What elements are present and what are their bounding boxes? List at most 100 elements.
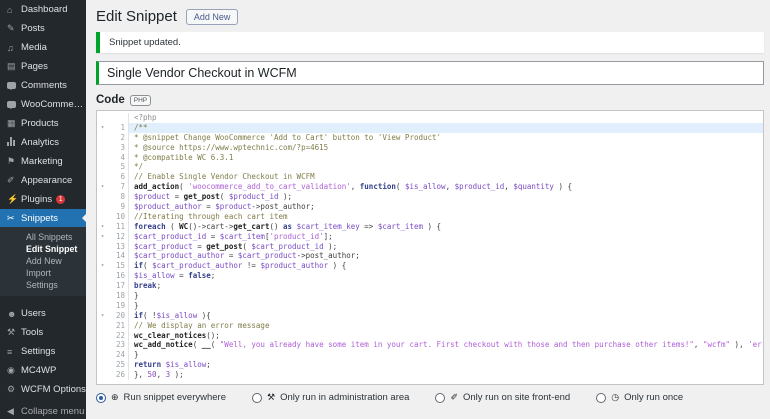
settings-icon: ≡ (7, 346, 13, 357)
radio-run-once[interactable] (596, 392, 607, 403)
line-content: */ (134, 162, 144, 172)
line-content: } (134, 350, 139, 360)
sidebar-item-label: Posts (21, 23, 45, 34)
sidebar-item-media[interactable]: ♫ Media (0, 38, 86, 57)
radio-run-everywhere[interactable] (96, 392, 106, 403)
radio-run-admin-only[interactable] (252, 392, 262, 403)
sidebar-item-users[interactable]: ☻ Users (0, 304, 86, 323)
line-gutter: ▾ 15 (97, 261, 129, 272)
scope-option-run-once[interactable]: ◷ Only run once (596, 392, 683, 403)
radio-run-frontend-only[interactable] (435, 392, 446, 403)
code-line: 9 $product_author = $product->post_author… (97, 202, 763, 212)
line-gutter: 24 (97, 350, 129, 361)
line-content: // Enable Single Vendor Checkout in WCFM (134, 172, 315, 182)
line-gutter: 4 (97, 152, 129, 163)
line-number (108, 113, 128, 123)
line-number: 8 (120, 192, 125, 202)
sidebar-item-woocommerce[interactable]: WooCommerce (0, 95, 86, 114)
code-line: 23 wc_add_notice( __( "Well, you already … (97, 340, 763, 351)
products-box-icon: ▦ (7, 118, 16, 128)
line-content: /** (129, 122, 763, 133)
notice-text: Snippet updated. (109, 37, 181, 48)
scope-option-run-everywhere[interactable]: ⊕ Run snippet everywhere (96, 392, 226, 403)
submenu-item-settings[interactable]: Settings (0, 279, 86, 291)
line-content: $cart_product = get_post( $cart_product_… (134, 241, 338, 251)
sidebar-item-products[interactable]: ▦ Products (0, 114, 86, 133)
sidebar-item-posts[interactable]: ✎ Posts (0, 19, 86, 38)
code-line: ▾ 11 foreach ( WC()->cart->get_cart() as $… (97, 221, 763, 232)
php-badge: PHP (129, 94, 152, 106)
submenu-item-import[interactable]: Import (0, 267, 86, 279)
scope-option-label: Only run on site front-end (463, 392, 571, 404)
line-gutter: 25 (97, 360, 129, 371)
line-content: wc_add_notice( __( "Well, you already ha… (134, 340, 763, 350)
code-editor[interactable]: <?php ▾ 1/** 2 * @snippet Change WooCommerce… (96, 110, 764, 386)
line-gutter: ▾ 12 (97, 231, 129, 242)
sidebar-item-appearance[interactable]: ✐ Appearance (0, 171, 86, 190)
user-icon: ☻ (7, 308, 17, 319)
sidebar-item-dashboard[interactable]: ⌂ Dashboard (0, 0, 86, 19)
code-line: ▾ 12 $cart_product_id = $cart_item['produc… (97, 231, 763, 242)
line-gutter: 22 (97, 330, 129, 341)
submenu-item-add-new[interactable]: Add New (0, 255, 86, 267)
sidebar-item-collapse-menu[interactable]: ◀ Collapse menu (0, 402, 86, 419)
sidebar-item-comments[interactable]: Comments (0, 76, 86, 95)
submenu-item-all-snippets[interactable]: All Snippets (0, 231, 86, 243)
line-content: $product_author = $product->post_author; (134, 202, 315, 212)
line-number: 20 (115, 310, 125, 320)
sidebar-item-tools[interactable]: ⚒ Tools (0, 323, 86, 342)
line-gutter: 18 (97, 291, 129, 301)
sidebar-item-analytics[interactable]: Analytics (0, 133, 86, 152)
gear-icon: ⚙ (7, 384, 16, 394)
line-number: 6 (120, 172, 125, 182)
sidebar-item-settings[interactable]: ≡ Settings (0, 342, 86, 361)
brush-icon: ✐ (7, 175, 15, 185)
dashboard-icon: ⌂ (7, 4, 13, 15)
line-content: $product = get_post( $product_id ); (134, 192, 293, 202)
analytics-bars-icon (7, 137, 21, 148)
code-line: <?php (97, 113, 763, 123)
line-content: } (134, 300, 139, 310)
sidebar-item-mc4wp[interactable]: ◉ MC4WP (0, 361, 86, 380)
line-gutter: 8 (97, 192, 129, 203)
code-line: 25 return $is_allow; (97, 360, 763, 371)
line-gutter (97, 113, 129, 123)
update-count-badge: 1 (56, 195, 66, 204)
sidebar-item-pages[interactable]: ▤ Pages (0, 57, 86, 76)
line-number: 13 (115, 241, 125, 251)
snippet-title-input[interactable] (96, 61, 764, 85)
scope-option-run-frontend-only[interactable]: ✐ Only run on site front-end (435, 392, 570, 403)
sidebar-item-snippets[interactable]: ✂ Snippets (0, 209, 86, 227)
sidebar-item-label: Dashboard (21, 4, 68, 15)
code-line: 13 $cart_product = get_post( $cart_produc… (97, 241, 763, 252)
add-new-button[interactable]: Add New (185, 8, 239, 25)
scope-option-run-admin-only[interactable]: ⚒ Only run in administration area (252, 392, 409, 403)
sidebar-item-label: Settings (21, 346, 56, 357)
line-content: if( $cart_product_author != $product_aut… (134, 261, 347, 271)
code-line: 6 // Enable Single Vendor Checkout in WCF… (97, 172, 763, 183)
sidebar-item-label: Comments (21, 80, 67, 91)
sidebar-item-plugins[interactable]: ⚡ Plugins 1 (0, 190, 86, 209)
megaphone-icon: ⚑ (7, 156, 16, 166)
sidebar-item-wcfm-options[interactable]: ⚙ WCFM Options (0, 380, 86, 399)
submenu-item-edit-snippet[interactable]: Edit Snippet (0, 243, 86, 255)
code-line: 16 $is_allow = false; (97, 271, 763, 282)
code-section-header: Code PHP (96, 94, 764, 106)
scope-option-label: Only run once (624, 392, 684, 404)
sidebar-item-marketing[interactable]: ⚑ Marketing (0, 152, 86, 171)
woocommerce-bubble-icon (7, 100, 21, 110)
sidebar-item-label: Products (21, 118, 59, 129)
line-number: 4 (120, 152, 125, 162)
line-content: $cart_product_author = $cart_product->po… (134, 251, 360, 261)
plugin-icon: ⚡ (7, 194, 19, 204)
line-number: 17 (115, 281, 125, 291)
fold-arrow-icon: ▾ (100, 123, 105, 131)
pushpin-icon: ✎ (7, 23, 15, 33)
line-number: 11 (115, 221, 125, 231)
